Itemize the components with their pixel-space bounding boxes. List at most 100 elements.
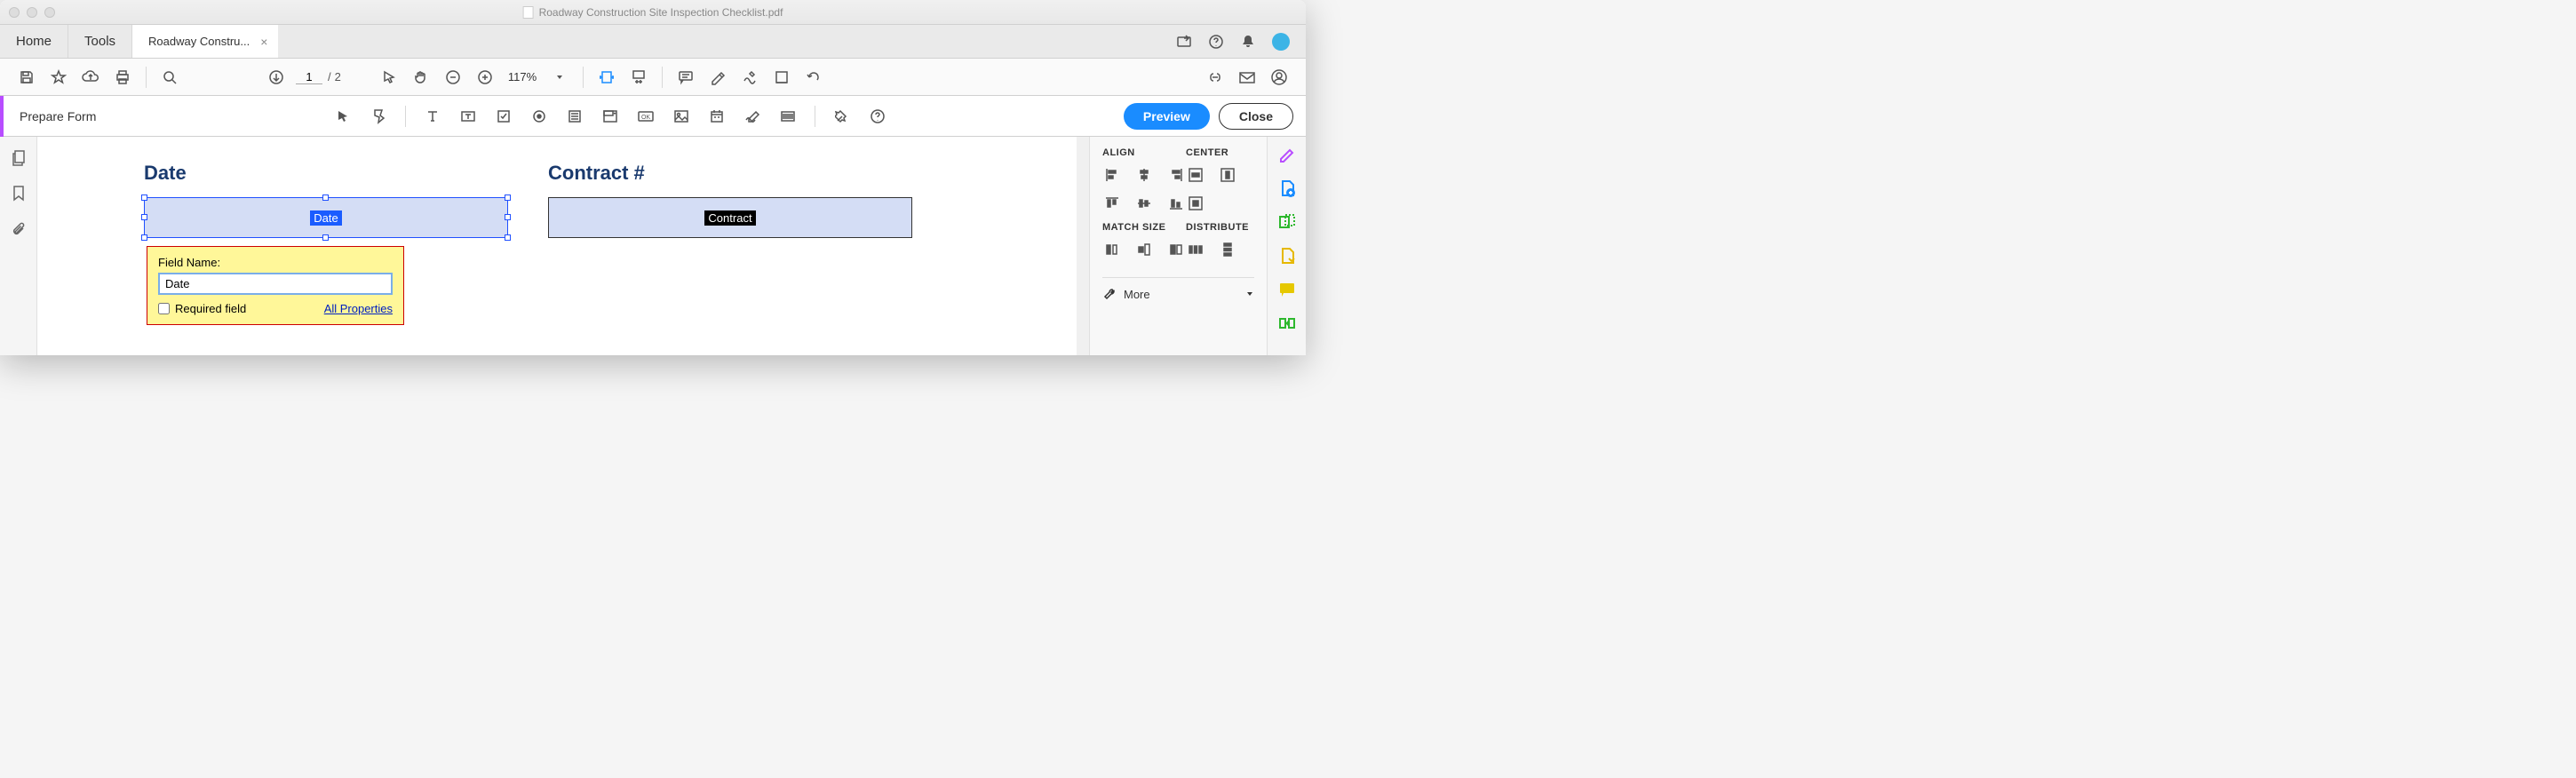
- organize-tool-icon[interactable]: [1276, 313, 1298, 334]
- pin-icon[interactable]: [828, 102, 856, 131]
- zoom-out-icon[interactable]: [439, 63, 467, 91]
- resize-handle[interactable]: [505, 234, 511, 241]
- resize-handle[interactable]: [505, 194, 511, 201]
- resize-handle[interactable]: [141, 234, 147, 241]
- pages-panel-icon[interactable]: [11, 149, 27, 167]
- distribute-h-icon[interactable]: [1186, 240, 1205, 259]
- match-width-icon[interactable]: [1102, 240, 1122, 259]
- close-button[interactable]: Close: [1219, 103, 1293, 130]
- prepare-form-toolbar: Prepare Form OK Preview Close: [0, 96, 1306, 137]
- share-device-icon[interactable]: [1176, 34, 1192, 50]
- more-label: More: [1124, 288, 1150, 301]
- print-icon[interactable]: [108, 63, 137, 91]
- minimize-window-button[interactable]: [27, 7, 37, 18]
- align-left-icon[interactable]: [1102, 165, 1122, 185]
- checkbox-icon[interactable]: [489, 102, 518, 131]
- export-tool-icon[interactable]: [1276, 245, 1298, 266]
- page-number-input[interactable]: [296, 70, 322, 84]
- signature-field-icon[interactable]: [738, 102, 767, 131]
- form-help-icon[interactable]: [863, 102, 892, 131]
- page-down-icon[interactable]: [262, 63, 290, 91]
- center-vertical-icon[interactable]: [1218, 165, 1237, 185]
- highlight-icon[interactable]: [704, 63, 732, 91]
- left-rail: [0, 137, 37, 355]
- contract-form-field[interactable]: Contract: [548, 197, 912, 238]
- form-tool-title: Prepare Form: [20, 109, 96, 123]
- form-tool-buttons: OK: [329, 102, 892, 131]
- image-field-icon[interactable]: [667, 102, 696, 131]
- undo-icon[interactable]: [799, 63, 828, 91]
- zoom-level[interactable]: 117%: [503, 70, 542, 83]
- list-box-icon[interactable]: [561, 102, 589, 131]
- resize-handle[interactable]: [322, 234, 329, 241]
- content-area: Date Date Contract # Contract: [0, 137, 1306, 355]
- all-properties-link[interactable]: All Properties: [324, 302, 393, 315]
- date-field-icon[interactable]: [703, 102, 731, 131]
- resize-handle[interactable]: [141, 214, 147, 220]
- notifications-icon[interactable]: [1240, 34, 1256, 50]
- align-right-icon[interactable]: [1166, 165, 1186, 185]
- zoom-dropdown-icon[interactable]: [545, 63, 574, 91]
- zoom-in-icon[interactable]: [471, 63, 499, 91]
- resize-handle[interactable]: [505, 214, 511, 220]
- hand-pan-icon[interactable]: [407, 63, 435, 91]
- radio-icon[interactable]: [525, 102, 553, 131]
- edit-pdf-tool-icon[interactable]: [1276, 144, 1298, 165]
- draw-icon[interactable]: [735, 63, 764, 91]
- text-field-icon[interactable]: [418, 102, 447, 131]
- help-icon[interactable]: [1208, 34, 1224, 50]
- link-icon[interactable]: [1201, 63, 1229, 91]
- user-avatar[interactable]: [1272, 33, 1290, 51]
- search-icon[interactable]: [155, 63, 184, 91]
- fit-width-icon[interactable]: [592, 63, 621, 91]
- close-tab-icon[interactable]: ×: [260, 35, 267, 49]
- center-horizontal-icon[interactable]: [1186, 165, 1205, 185]
- center-both-icon[interactable]: [1186, 194, 1205, 213]
- field-name-input[interactable]: [158, 273, 393, 295]
- maximize-window-button[interactable]: [44, 7, 55, 18]
- dropdown-icon[interactable]: [596, 102, 624, 131]
- barcode-icon[interactable]: [774, 102, 802, 131]
- tab-document[interactable]: Roadway Constru... ×: [132, 25, 278, 58]
- contract-field-tag: Contract: [704, 210, 755, 226]
- more-dropdown[interactable]: More: [1102, 287, 1254, 301]
- field-properties-popup: Field Name: Required field All Propertie…: [147, 246, 404, 325]
- tab-home[interactable]: Home: [0, 25, 68, 58]
- date-form-field[interactable]: Date: [144, 197, 508, 238]
- comment-icon[interactable]: [672, 63, 700, 91]
- resize-handle[interactable]: [322, 194, 329, 201]
- required-checkbox-input[interactable]: [158, 303, 170, 314]
- email-icon[interactable]: [1233, 63, 1261, 91]
- account-icon[interactable]: [1265, 63, 1293, 91]
- align-center-h-icon[interactable]: [1134, 165, 1154, 185]
- close-window-button[interactable]: [9, 7, 20, 18]
- edit-form-icon[interactable]: [364, 102, 393, 131]
- vertical-scrollbar[interactable]: [1077, 137, 1089, 355]
- create-pdf-tool-icon[interactable]: [1276, 178, 1298, 199]
- match-height-icon[interactable]: [1134, 240, 1154, 259]
- document-canvas[interactable]: Date Date Contract # Contract: [37, 137, 1077, 355]
- align-bottom-icon[interactable]: [1166, 194, 1186, 213]
- cloud-upload-icon[interactable]: [76, 63, 105, 91]
- preview-button[interactable]: Preview: [1124, 103, 1210, 130]
- combine-tool-icon[interactable]: [1276, 211, 1298, 233]
- fit-page-icon[interactable]: [624, 63, 653, 91]
- select-tool-icon[interactable]: [329, 102, 357, 131]
- star-icon[interactable]: [44, 63, 73, 91]
- required-field-checkbox[interactable]: Required field: [158, 302, 246, 315]
- resize-handle[interactable]: [141, 194, 147, 201]
- align-top-icon[interactable]: [1102, 194, 1122, 213]
- align-center-v-icon[interactable]: [1134, 194, 1154, 213]
- erase-icon[interactable]: [767, 63, 796, 91]
- wrench-icon: [1102, 287, 1117, 301]
- button-icon[interactable]: OK: [632, 102, 660, 131]
- selection-arrow-icon[interactable]: [375, 63, 403, 91]
- text-box-icon[interactable]: [454, 102, 482, 131]
- save-icon[interactable]: [12, 63, 41, 91]
- match-both-icon[interactable]: [1166, 240, 1186, 259]
- comment-tool-icon[interactable]: [1276, 279, 1298, 300]
- bookmark-panel-icon[interactable]: [12, 185, 26, 202]
- tab-tools[interactable]: Tools: [68, 25, 132, 58]
- distribute-v-icon[interactable]: [1218, 240, 1237, 259]
- attachment-panel-icon[interactable]: [11, 220, 27, 238]
